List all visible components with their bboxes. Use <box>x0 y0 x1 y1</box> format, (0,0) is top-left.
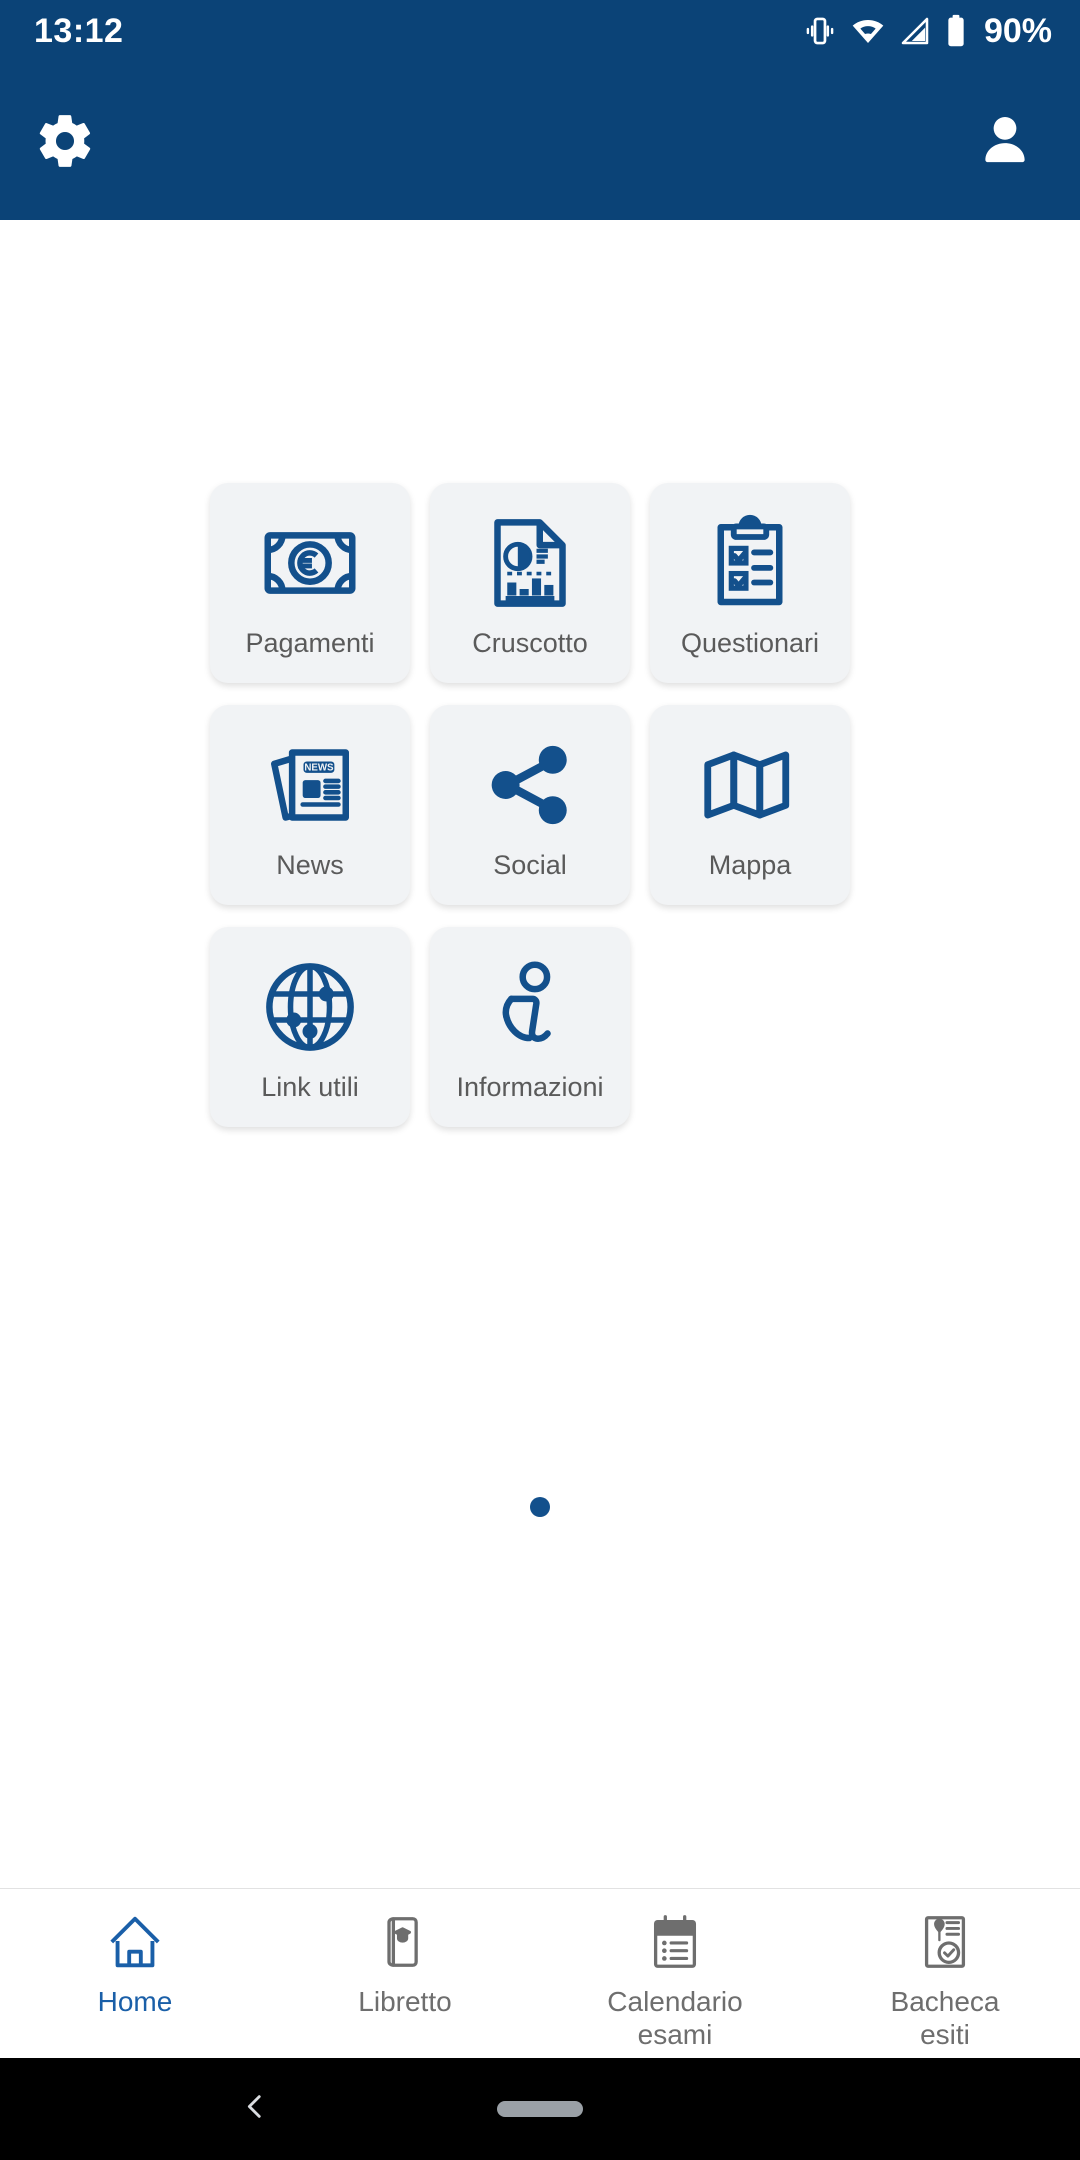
app-bar <box>0 62 1080 220</box>
tile-label: Informazioni <box>456 1072 604 1103</box>
status-clock: 13:12 <box>34 12 124 50</box>
battery-percent: 90% <box>983 12 1052 50</box>
globe-network-icon <box>258 951 362 1063</box>
svg-text:NEWS: NEWS <box>304 763 334 774</box>
share-nodes-icon <box>478 729 582 841</box>
tile-news[interactable]: NEWS News <box>210 705 410 905</box>
tile-label: Social <box>493 850 567 881</box>
tab-home[interactable]: Home <box>0 1889 270 2018</box>
tab-calendario-esami[interactable]: Calendario esami <box>540 1889 810 2051</box>
tab-libretto[interactable]: Libretto <box>270 1889 540 2018</box>
person-icon <box>974 110 1036 172</box>
gear-icon <box>34 110 96 172</box>
chevron-left-icon[interactable] <box>238 2090 272 2129</box>
tile-label: Cruscotto <box>472 628 588 659</box>
clipboard-checklist-icon <box>698 507 802 619</box>
tab-label: Calendario esami <box>607 1986 743 2051</box>
system-navigation-bar <box>0 2058 1080 2160</box>
app-screen: 13:12 90% Pagamenti Cruscotto Questionar… <box>0 0 1080 2160</box>
tab-label: Bacheca esiti <box>890 1986 1000 2051</box>
booklet-icon <box>374 1907 436 1977</box>
tab-label: Libretto <box>358 1986 452 2017</box>
shortcut-grid: Pagamenti Cruscotto Questionari NEWS New… <box>210 483 870 1127</box>
tile-label: Pagamenti <box>245 628 375 659</box>
vibrate-icon <box>803 14 837 48</box>
tile-mappa[interactable]: Mappa <box>650 705 850 905</box>
signal-icon <box>899 14 931 48</box>
home-icon <box>104 1907 166 1977</box>
tile-cruscotto[interactable]: Cruscotto <box>430 483 630 683</box>
tile-pagamenti[interactable]: Pagamenti <box>210 483 410 683</box>
status-icons: 90% <box>803 14 1052 48</box>
bottom-tab-bar: Home Libretto Calendario esami Bacheca e… <box>0 1888 1080 2058</box>
battery-icon <box>944 14 968 48</box>
tile-label: Mappa <box>708 850 792 881</box>
tile-informazioni[interactable]: Informazioni <box>430 927 630 1127</box>
tab-bacheca-esiti[interactable]: Bacheca esiti <box>810 1889 1080 2051</box>
report-chart-icon <box>478 507 582 619</box>
newspaper-icon: NEWS <box>258 729 362 841</box>
folded-map-icon <box>698 729 802 841</box>
wifi-icon <box>850 14 886 48</box>
profile-button[interactable] <box>974 110 1036 172</box>
tile-questionari[interactable]: Questionari <box>650 483 850 683</box>
tile-label: Link utili <box>261 1072 359 1103</box>
tile-label: Questionari <box>680 628 820 659</box>
page-indicator <box>0 1497 1080 1517</box>
home-pill[interactable] <box>497 2101 583 2117</box>
certificate-icon <box>914 1907 976 1977</box>
info-i-icon <box>478 951 582 1063</box>
home-content: Pagamenti Cruscotto Questionari NEWS New… <box>0 220 1080 1888</box>
settings-button[interactable] <box>34 110 96 172</box>
tab-label: Home <box>97 1986 173 2017</box>
page-dot-active[interactable] <box>530 1497 550 1517</box>
tile-link-utili[interactable]: Link utili <box>210 927 410 1127</box>
status-bar: 13:12 90% <box>0 0 1080 62</box>
tile-label: News <box>276 850 344 881</box>
calendar-icon <box>644 1907 706 1977</box>
banknote-euro-icon <box>258 507 362 619</box>
tile-social[interactable]: Social <box>430 705 630 905</box>
